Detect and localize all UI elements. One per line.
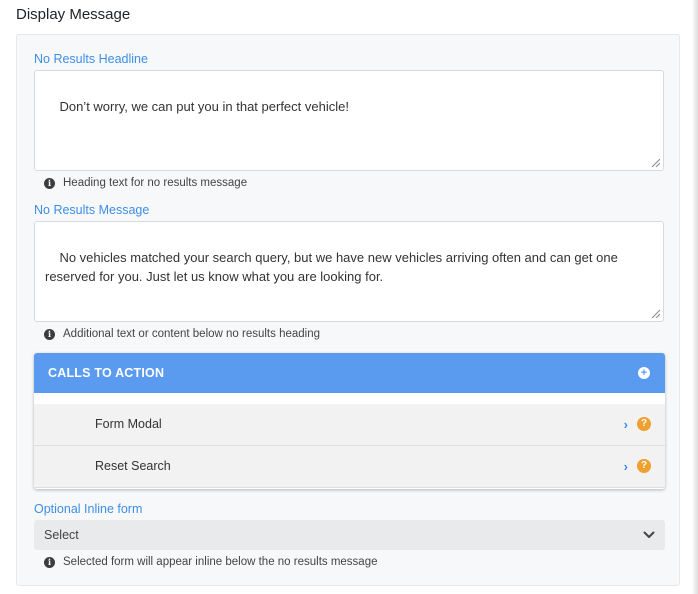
message-textarea[interactable]: No vehicles matched your search query, b… [34, 221, 664, 322]
headline-text: Don’t worry, we can put you in that perf… [59, 98, 349, 114]
calls-to-action-title: CALLS TO ACTION [48, 366, 165, 380]
info-icon: i [44, 556, 55, 568]
calls-to-action-panel: CALLS TO ACTION + Form Modal › ? Reset S… [34, 353, 665, 489]
message-label: No Results Message [34, 203, 150, 217]
headline-textarea[interactable]: Don’t worry, we can put you in that perf… [34, 70, 664, 171]
chevron-right-icon[interactable]: › [624, 459, 628, 474]
inline-form-help-text: Selected form will appear inline below t… [63, 556, 378, 568]
question-circle-icon[interactable]: ? [637, 459, 651, 473]
cta-item-label: Reset Search [95, 459, 171, 473]
resize-grip-icon[interactable] [651, 309, 660, 318]
message-help: i Additional text or content below no re… [44, 328, 320, 340]
cta-item-label: Form Modal [95, 417, 162, 431]
headline-label: No Results Headline [34, 52, 148, 66]
cta-item-reset-search[interactable]: Reset Search › ? [34, 446, 665, 488]
cta-item-form-modal[interactable]: Form Modal › ? [34, 404, 665, 446]
inline-form-help: i Selected form will appear inline below… [44, 556, 378, 568]
headline-help-text: Heading text for no results message [63, 177, 248, 189]
display-message-panel: No Results Headline Don’t worry, we can … [16, 34, 680, 586]
inline-form-select[interactable]: Select [34, 520, 665, 550]
window-edge-shadow [692, 0, 698, 594]
info-icon: i [44, 328, 55, 340]
message-text: No vehicles matched your search query, b… [45, 249, 622, 285]
message-help-text: Additional text or content below no resu… [63, 328, 320, 340]
inline-form-selected-value: Select [44, 528, 79, 542]
inline-form-label: Optional Inline form [34, 502, 143, 516]
page-title: Display Message [16, 6, 131, 23]
calls-to-action-header[interactable]: CALLS TO ACTION + [34, 353, 665, 393]
question-circle-icon[interactable]: ? [637, 417, 651, 431]
chevron-down-icon [643, 531, 655, 538]
plus-circle-icon[interactable]: + [638, 367, 650, 379]
headline-help: i Heading text for no results message [44, 177, 247, 189]
info-icon: i [44, 177, 55, 189]
chevron-right-icon[interactable]: › [624, 417, 628, 432]
resize-grip-icon[interactable] [651, 158, 660, 167]
